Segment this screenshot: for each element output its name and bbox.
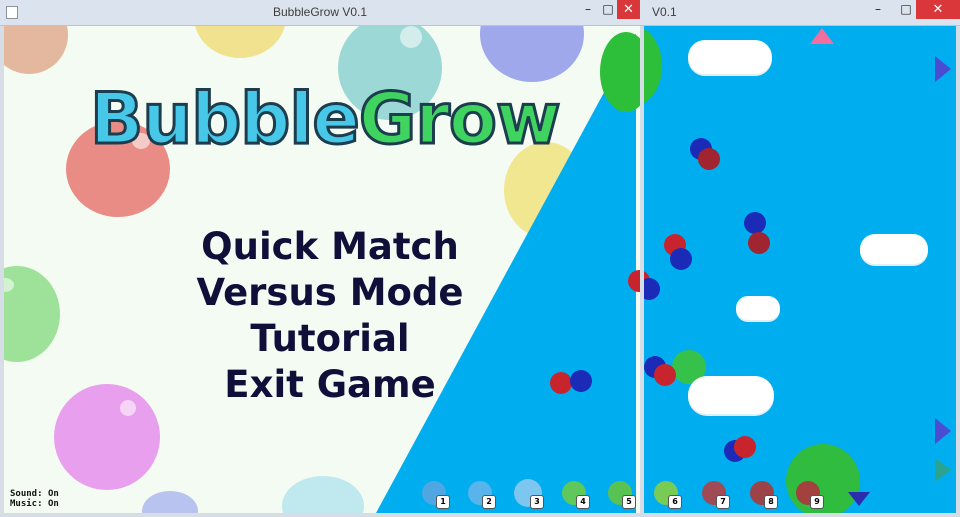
sound-label: Sound: xyxy=(10,489,43,499)
green-bubble xyxy=(600,32,640,112)
cloud xyxy=(688,40,772,74)
arrow-down-icon xyxy=(848,492,870,506)
bubble xyxy=(54,384,160,490)
bubble xyxy=(4,26,68,74)
unit-slot-3[interactable]: 3 xyxy=(514,479,544,509)
main-menu-screen: BubbleGrow Quick Match Versus Mode Tutor… xyxy=(4,26,640,513)
title-bar[interactable]: V0.1 – □ ✕ xyxy=(640,0,960,26)
arrow-up-icon xyxy=(810,28,834,44)
menu-window: BubbleGrow V0.1 – □ ✕ BubbleGrow Quick M xyxy=(0,0,640,517)
unit-selection-bar: 1 2 3 4 5 6 7 8 9 xyxy=(420,479,840,509)
music-label: Music: xyxy=(10,499,43,509)
game-canvas[interactable] xyxy=(644,26,956,513)
main-menu: Quick Match Versus Mode Tutorial Exit Ga… xyxy=(180,224,480,408)
unit-slot-2[interactable]: 2 xyxy=(466,479,496,509)
arrow-right-icon[interactable] xyxy=(935,458,951,482)
player-unit[interactable] xyxy=(570,370,592,392)
game-logo: BubbleGrow xyxy=(89,77,563,162)
unit-slot-5[interactable]: 5 xyxy=(606,479,636,509)
music-value[interactable]: On xyxy=(48,499,59,509)
bubble xyxy=(282,476,364,513)
sound-value[interactable]: On xyxy=(48,489,59,499)
bubble xyxy=(142,491,198,513)
enemy-unit[interactable] xyxy=(734,436,756,458)
cloud xyxy=(688,376,774,414)
unit-slot-1[interactable]: 1 xyxy=(420,479,450,509)
game-window: V0.1 – □ ✕ xyxy=(640,0,960,517)
enemy-unit[interactable] xyxy=(550,372,572,394)
arrow-right-icon[interactable] xyxy=(935,56,951,82)
close-icon[interactable]: ✕ xyxy=(916,0,960,19)
window-title: BubbleGrow V0.1 xyxy=(272,5,368,19)
exit-game-button[interactable]: Exit Game xyxy=(180,362,480,408)
unit-slot-6[interactable]: 6 xyxy=(652,479,682,509)
enemy-unit[interactable] xyxy=(654,364,676,386)
bubble xyxy=(194,26,286,58)
player-unit[interactable] xyxy=(670,248,692,270)
logo-bubble-text: Bubble xyxy=(89,77,362,162)
versus-mode-button[interactable]: Versus Mode xyxy=(180,270,480,316)
cloud xyxy=(736,296,780,320)
cloud xyxy=(860,234,928,264)
unit-slot-9[interactable]: 9 xyxy=(794,479,824,509)
audio-status: Sound: On Music: On xyxy=(10,489,59,509)
enemy-unit[interactable] xyxy=(698,148,720,170)
close-icon[interactable]: ✕ xyxy=(617,0,640,19)
enemy-unit[interactable] xyxy=(628,270,640,292)
green-bubble xyxy=(644,26,662,106)
unit-slot-4[interactable]: 4 xyxy=(560,479,590,509)
player-unit[interactable] xyxy=(744,212,766,234)
tutorial-button[interactable]: Tutorial xyxy=(180,316,480,362)
logo-grow-text: Grow xyxy=(357,77,562,162)
unit-slot-8[interactable]: 8 xyxy=(748,479,778,509)
title-bar[interactable]: BubbleGrow V0.1 – □ ✕ xyxy=(0,0,640,26)
window-title: V0.1 xyxy=(652,5,677,19)
quick-match-button[interactable]: Quick Match xyxy=(180,224,480,270)
arrow-right-icon[interactable] xyxy=(935,418,951,444)
unit-slot-7[interactable]: 7 xyxy=(700,479,730,509)
bubble xyxy=(480,26,584,82)
bubble xyxy=(4,266,60,362)
minimize-icon[interactable]: – xyxy=(864,0,892,19)
player-unit[interactable] xyxy=(644,278,660,300)
enemy-unit[interactable] xyxy=(748,232,770,254)
